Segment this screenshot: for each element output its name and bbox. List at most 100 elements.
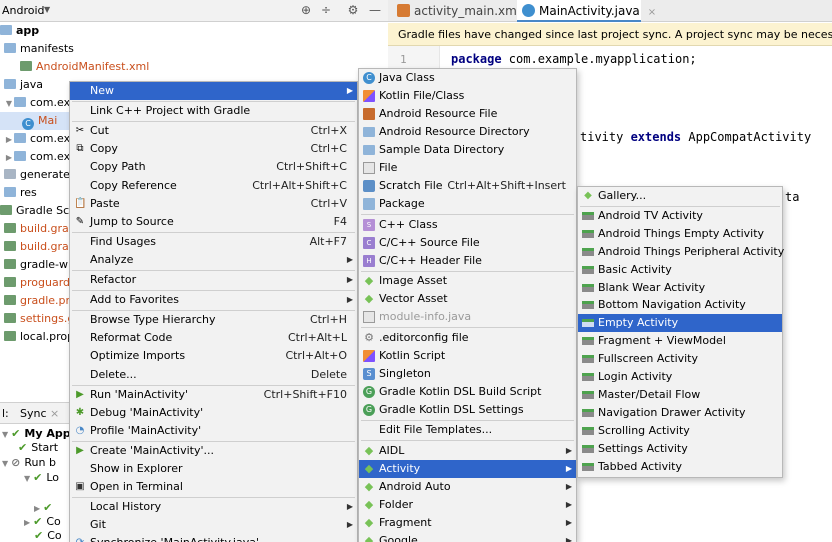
ctx-item-open-in-terminal[interactable]: ▣ Open in Terminal — [70, 478, 357, 496]
activity-item-fullscreen-activity[interactable]: Fullscreen Activity — [578, 350, 782, 368]
activity-item-android-things-peripheral-activity[interactable]: Android Things Peripheral Activity — [578, 243, 784, 261]
chevron-right-icon[interactable]: ▶ — [4, 149, 14, 167]
chevron-icon[interactable]: ▼ — [2, 430, 8, 439]
ctx-item-run-mainactivity[interactable]: ▶ Run 'MainActivity' Ctrl+Shift+F10 — [70, 386, 357, 404]
chevron-icon[interactable]: ▼ — [2, 459, 8, 468]
new-item-activity[interactable]: ◆ Activity ▶ — [359, 459, 576, 478]
ctx-item-copy-path[interactable]: Copy Path Ctrl+Shift+C — [70, 158, 357, 176]
ctx-item-paste[interactable]: 📋 Paste Ctrl+V — [70, 195, 357, 213]
ctx-item-git[interactable]: Git ▶ — [70, 516, 357, 534]
tree-item-build-grac[interactable]: build.grac — [0, 238, 75, 256]
chevron-right-icon[interactable]: ▶ — [4, 131, 14, 149]
tree-item-gradle-pro[interactable]: gradle.pro — [0, 292, 77, 310]
ctx-item-link-c-project-with-gradle[interactable]: Link C++ Project with Gradle — [70, 102, 357, 120]
tree-item-settings-g[interactable]: settings.g — [0, 310, 74, 328]
chevron-icon[interactable]: ▼ — [24, 474, 30, 483]
hide-icon[interactable]: — — [368, 3, 382, 17]
target-icon[interactable]: ⊕ — [299, 3, 313, 17]
new-item-c-c-source-file[interactable]: C C/C++ Source File — [359, 234, 576, 252]
tree-item-com-ex[interactable]: ▼ com.ex — [0, 94, 70, 112]
activity-item-empty-activity[interactable]: Empty Activity — [578, 314, 782, 333]
activity-item-tabbed-activity[interactable]: Tabbed Activity — [578, 458, 782, 476]
tab-sync[interactable]: Sync — [20, 407, 47, 420]
tree-item-res[interactable]: res — [0, 184, 37, 202]
activity-item-login-activity[interactable]: Login Activity — [578, 368, 782, 386]
activity-item-bottom-navigation-activity[interactable]: Bottom Navigation Activity — [578, 296, 782, 314]
chevron-down-icon[interactable]: ▼ — [4, 95, 14, 113]
ctx-item-cut[interactable]: ✂ Cut Ctrl+X — [70, 122, 357, 140]
tree-item-proguard[interactable]: proguard- — [0, 274, 74, 292]
ctx-item-delete[interactable]: Delete... Delete — [70, 366, 357, 384]
new-item-kotlin-script[interactable]: Kotlin Script — [359, 347, 576, 365]
new-item-kotlin-file-class[interactable]: Kotlin File/Class — [359, 87, 576, 105]
ctx-item-browse-type-hierarchy[interactable]: Browse Type Hierarchy Ctrl+H — [70, 311, 357, 329]
tab-main-activity-java[interactable]: MainActivity.java × — [517, 0, 656, 22]
ctx-item-synchronize-mainactivity-java[interactable]: ⟳ Synchronize 'MainActivity.java' — [70, 534, 357, 542]
new-item-image-asset[interactable]: ◆ Image Asset — [359, 272, 576, 290]
new-item-scratch-file[interactable]: Scratch File Ctrl+Alt+Shift+Insert — [359, 177, 576, 195]
new-item-aidl[interactable]: ◆ AIDL ▶ — [359, 442, 576, 460]
ctx-item-show-in-explorer[interactable]: Show in Explorer — [70, 460, 357, 478]
new-item-gradle-kotlin-dsl-build-script[interactable]: G Gradle Kotlin DSL Build Script — [359, 383, 576, 401]
ctx-item-find-usages[interactable]: Find Usages Alt+F7 — [70, 233, 357, 251]
tab-activity-main-xml[interactable]: activity_main.xml× — [392, 0, 537, 22]
collapse-icon[interactable]: ÷ — [319, 3, 333, 17]
gear-icon[interactable]: ⚙ — [346, 3, 360, 17]
new-item-android-resource-directory[interactable]: Android Resource Directory — [359, 123, 576, 141]
ctx-item-add-to-favorites[interactable]: Add to Favorites ▶ — [70, 291, 357, 309]
new-item-singleton[interactable]: S Singleton — [359, 365, 576, 383]
activity-item-basic-activity[interactable]: Basic Activity — [578, 261, 782, 279]
new-item-c-c-header-file[interactable]: H C/C++ Header File — [359, 252, 576, 270]
tree-item-local-prop[interactable]: local.prop — [0, 328, 74, 346]
build-row[interactable]: ✔ Start — [0, 440, 58, 456]
tree-item-manifests[interactable]: manifests — [0, 40, 74, 58]
ctx-item-copy[interactable]: ⧉ Copy Ctrl+C — [70, 140, 357, 158]
activity-item-android-things-empty-activity[interactable]: Android Things Empty Activity — [578, 225, 782, 243]
new-item-gradle-kotlin-dsl-settings[interactable]: G Gradle Kotlin DSL Settings — [359, 401, 576, 419]
new-item-java-class[interactable]: C Java Class — [359, 69, 576, 87]
tree-item-com-ex[interactable]: ▶ com.ex — [0, 148, 70, 166]
ctx-item-create-mainactivity[interactable]: ▶ Create 'MainActivity'... — [70, 442, 357, 460]
new-item-c-class[interactable]: S C++ Class — [359, 216, 576, 234]
ctx-item-reformat-code[interactable]: Reformat Code Ctrl+Alt+L — [70, 329, 357, 347]
activity-item-fragment-viewmodel[interactable]: Fragment + ViewModel — [578, 332, 782, 350]
activity-item-master-detail-flow[interactable]: Master/Detail Flow — [578, 386, 782, 404]
new-item-fragment[interactable]: ◆ Fragment ▶ — [359, 514, 576, 532]
ctx-item-refactor[interactable]: Refactor ▶ — [70, 271, 357, 289]
new-item-google[interactable]: ◆ Google ▶ — [359, 532, 576, 542]
new-item-vector-asset[interactable]: ◆ Vector Asset — [359, 290, 576, 308]
tree-item-androidmanifest-xml[interactable]: AndroidManifest.xml — [0, 58, 149, 76]
activity-item-gallery[interactable]: ◆ Gallery... — [578, 187, 782, 205]
new-item-folder[interactable]: ◆ Folder ▶ — [359, 496, 576, 514]
tree-item-java[interactable]: java — [0, 76, 43, 94]
new-item-edit-file-templates[interactable]: Edit File Templates... — [359, 421, 576, 439]
build-row[interactable]: ▼ ⊘ Run b — [0, 455, 56, 471]
ctx-item-profile-mainactivity[interactable]: ◔ Profile 'MainActivity' — [70, 422, 357, 440]
new-item-sample-data-directory[interactable]: Sample Data Directory — [359, 141, 576, 159]
chevron-down-icon[interactable]: ▼ — [44, 5, 50, 14]
ctx-item-analyze[interactable]: Analyze ▶ — [70, 251, 357, 269]
activity-item-blank-wear-activity[interactable]: Blank Wear Activity — [578, 279, 782, 297]
close-icon[interactable]: × — [50, 407, 59, 420]
new-item-file[interactable]: File — [359, 159, 576, 177]
ctx-item-optimize-imports[interactable]: Optimize Imports Ctrl+Alt+O — [70, 347, 357, 365]
chevron-icon[interactable]: ▶ — [34, 504, 40, 513]
chevron-icon[interactable]: ▶ — [24, 518, 30, 527]
activity-item-scrolling-activity[interactable]: Scrolling Activity — [578, 422, 782, 440]
build-row[interactable]: ✔ Co — [0, 528, 62, 542]
ctx-item-new[interactable]: New ▶ — [70, 82, 357, 100]
ctx-item-copy-reference[interactable]: Copy Reference Ctrl+Alt+Shift+C — [70, 177, 357, 195]
ctx-item-jump-to-source[interactable]: ✎ Jump to Source F4 — [70, 213, 357, 231]
new-item-android-resource-file[interactable]: Android Resource File — [359, 105, 576, 123]
activity-item-settings-activity[interactable]: Settings Activity — [578, 440, 782, 458]
ctx-item-debug-mainactivity[interactable]: ✱ Debug 'MainActivity' — [70, 404, 357, 422]
build-row[interactable]: ▼ ✔ Lo — [0, 470, 59, 486]
new-item-editorconfig-file[interactable]: ⚙ .editorconfig file — [359, 329, 576, 347]
activity-item-android-tv-activity[interactable]: Android TV Activity — [578, 207, 782, 225]
new-item-android-auto[interactable]: ◆ Android Auto ▶ — [359, 478, 576, 496]
new-item-package[interactable]: Package — [359, 195, 576, 213]
ctx-item-local-history[interactable]: Local History ▶ — [70, 498, 357, 516]
tree-item-com-ex[interactable]: ▶ com.ex — [0, 130, 70, 148]
tree-item-generatec[interactable]: generatec — [0, 166, 76, 184]
project-view-selector[interactable]: Android — [2, 4, 45, 17]
